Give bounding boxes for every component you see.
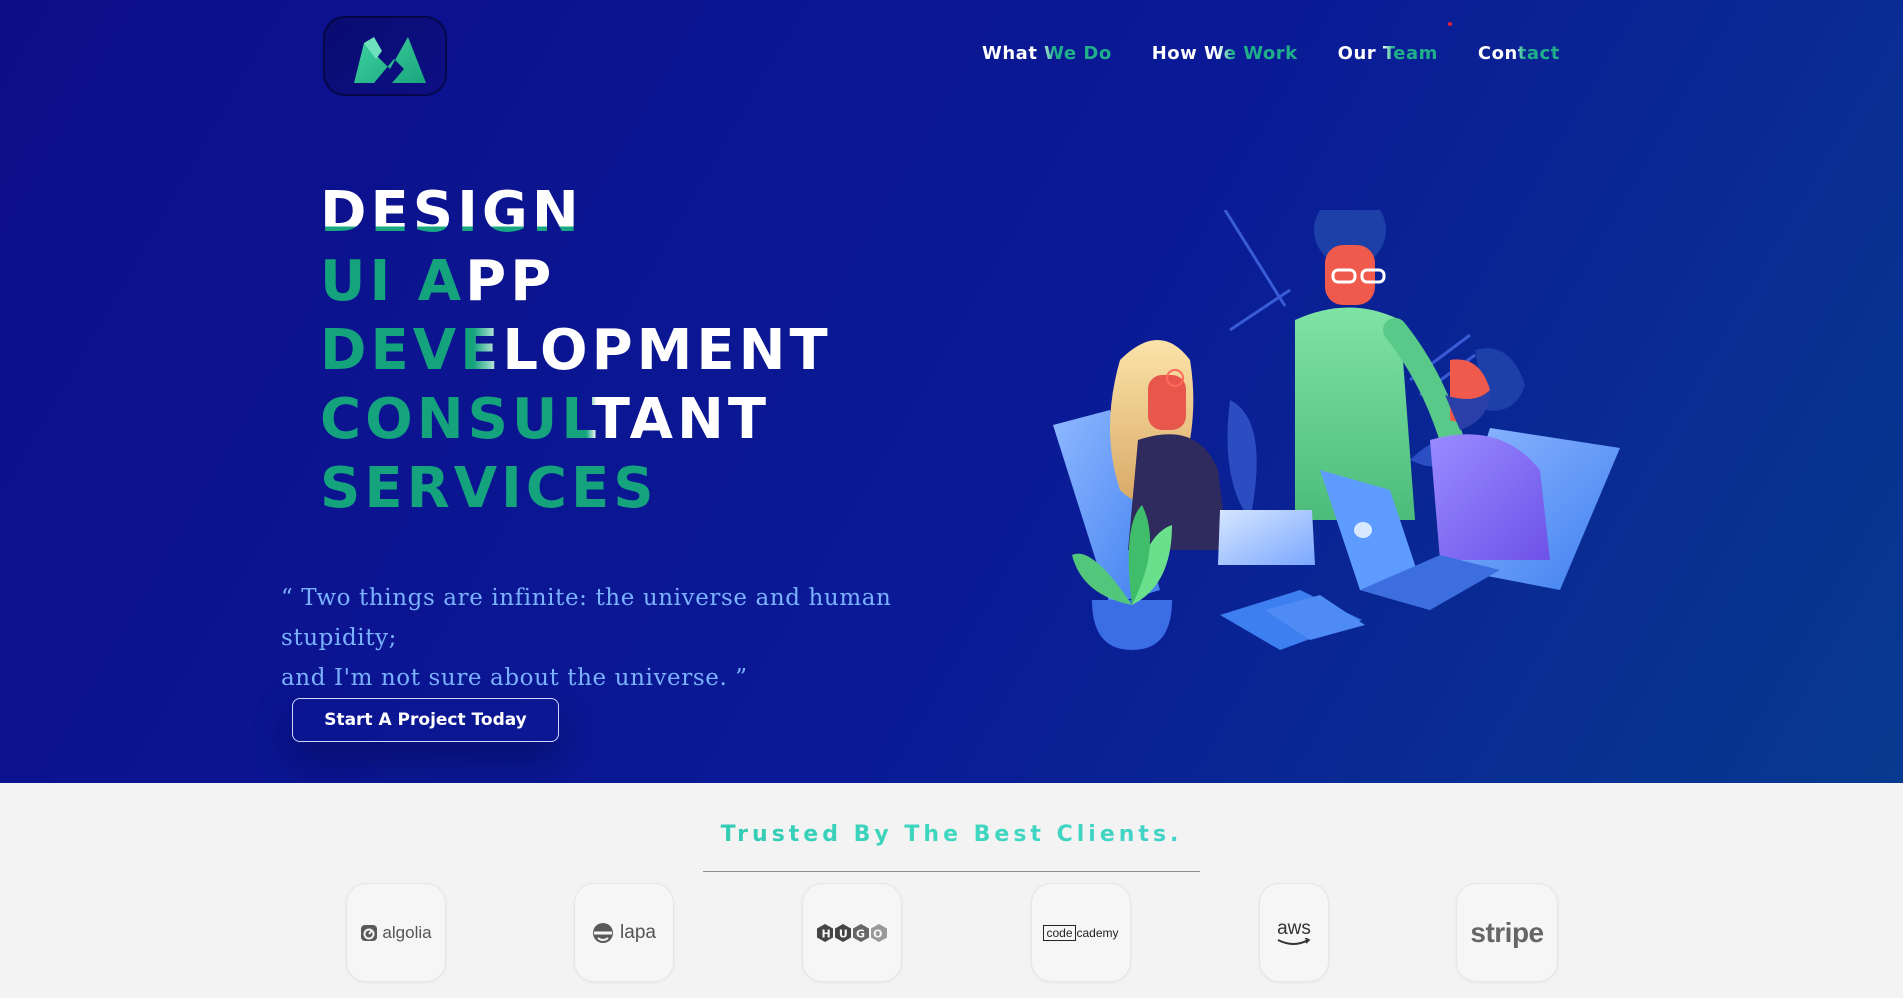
client-algolia-label: algolia — [382, 922, 432, 942]
client-lapa-label: lapa — [620, 921, 656, 943]
codecademy-code-box: code — [1043, 924, 1076, 941]
client-codecademy[interactable]: code cademy — [1031, 883, 1131, 982]
headline-line-1: DESIGN — [320, 178, 832, 247]
quote-line-2: and I'm not sure about the universe. ” — [281, 665, 748, 691]
headline-line-5: SERVICES — [320, 454, 832, 523]
client-algolia[interactable]: algolia — [346, 883, 446, 982]
aws-smile-icon — [1277, 937, 1311, 945]
clients-heading: Trusted By The Best Clients. — [0, 822, 1903, 847]
headline-line-2: UI APP — [320, 247, 832, 316]
nav-item-what-we-do[interactable]: What We Do — [982, 43, 1112, 64]
start-project-button[interactable]: Start A Project Today — [292, 698, 559, 742]
clients-divider — [703, 871, 1200, 872]
hugo-logo-text: HUGO — [822, 927, 883, 940]
headline-line-3: DEVELOPMENT — [320, 318, 832, 383]
main-nav: What We Do How We Work Our Team Contact — [982, 43, 1560, 64]
nav-item-how-we-work[interactable]: How We Work — [1152, 43, 1298, 64]
client-lapa[interactable]: lapa — [574, 883, 674, 982]
brand-logo-icon — [354, 37, 426, 83]
client-hugo[interactable]: HUGO — [802, 883, 902, 982]
lapa-icon — [593, 922, 614, 943]
hero-section: What We Do How We Work Our Team Contact … — [0, 0, 1903, 783]
hero-quote: “ Two things are infinite: the universe … — [281, 578, 1011, 698]
client-stripe-label: stripe — [1470, 916, 1544, 948]
quote-line-1: “ Two things are infinite: the universe … — [281, 585, 892, 651]
brand-logo[interactable] — [323, 16, 447, 96]
algolia-icon — [361, 924, 378, 941]
clients-logo-row: algolia lapa HUGO code cademy aws stripe — [0, 883, 1903, 998]
client-aws[interactable]: aws — [1259, 883, 1329, 982]
client-stripe[interactable]: stripe — [1456, 883, 1558, 982]
codecademy-text: cademy — [1076, 925, 1119, 940]
red-dot — [1448, 22, 1452, 26]
team-illustration — [1053, 210, 1620, 650]
client-aws-label: aws — [1277, 917, 1311, 939]
headline-line-4: CONSULTANT — [320, 385, 832, 454]
hero-headline: DESIGN UI APP DEVELOPMENT CONSULTANT SER… — [320, 178, 832, 523]
nav-item-contact[interactable]: Contact — [1478, 43, 1560, 64]
nav-item-our-team[interactable]: Our Team — [1338, 43, 1438, 64]
hugo-logo: HUGO — [817, 923, 887, 942]
